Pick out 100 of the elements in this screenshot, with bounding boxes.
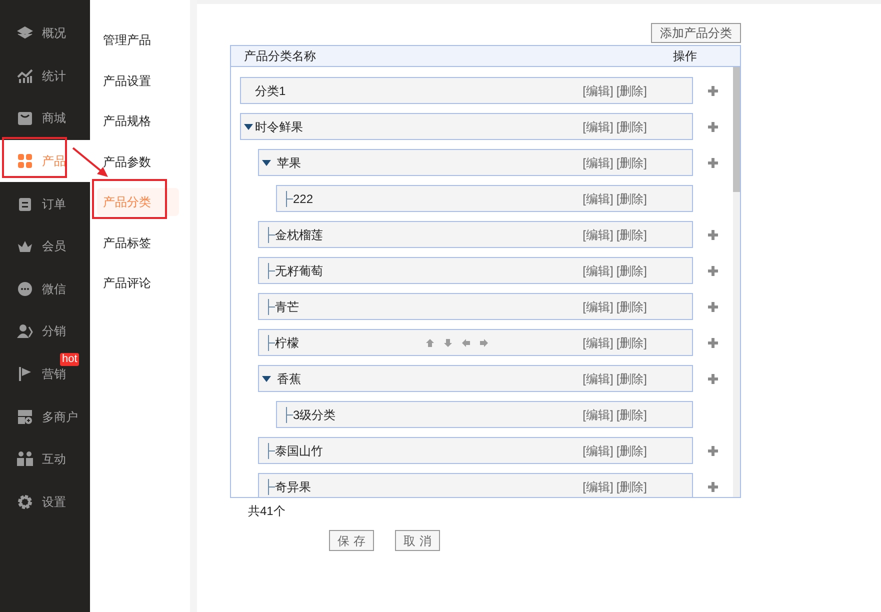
bag-icon <box>17 110 33 126</box>
category-row[interactable]: 时令鲜果 [编辑] [删除] <box>240 113 693 140</box>
people-icon <box>17 451 33 468</box>
sidebar-item[interactable]: 商城 <box>0 97 90 140</box>
submenu-item[interactable]: 管理产品 <box>97 26 179 54</box>
category-name: 柠檬 <box>275 334 299 352</box>
edit-link[interactable]: [编辑] <box>582 82 614 100</box>
move-left-icon[interactable] <box>462 338 470 346</box>
clipboard-icon <box>17 196 33 212</box>
move-right-icon[interactable] <box>480 338 488 346</box>
delete-link[interactable]: [删除] <box>616 154 647 172</box>
add-category-button[interactable]: 添加产品分类 <box>651 23 741 43</box>
expand-triangle-icon[interactable] <box>244 124 253 130</box>
sidebar-item[interactable]: 订单 <box>0 182 90 225</box>
sidebar-item[interactable]: 互动 <box>0 438 90 481</box>
submenu-item[interactable]: 产品标签 <box>97 228 179 257</box>
category-name: 3级分类 <box>293 406 336 424</box>
category-row[interactable]: 苹果 [编辑] [删除] <box>258 149 693 176</box>
category-name: 青芒 <box>275 298 299 316</box>
chat-icon <box>17 280 33 297</box>
column-header: 产品分类名称 <box>244 48 316 65</box>
grid-icon <box>17 153 33 170</box>
category-name: 奇异果 <box>275 478 311 496</box>
scrollbar[interactable] <box>733 67 740 497</box>
edit-link[interactable]: [编辑] <box>582 442 614 460</box>
category-row[interactable]: 泰国山竹 [编辑] [删除] <box>258 437 693 464</box>
save-button[interactable]: 保存 <box>329 530 374 551</box>
edit-link[interactable]: [编辑] <box>582 190 614 208</box>
delete-link[interactable]: [删除] <box>616 334 647 352</box>
delete-link[interactable]: [删除] <box>616 82 647 100</box>
sidebar-item[interactable]: 微信 <box>0 268 90 310</box>
sidebar-item[interactable]: 概况 <box>0 12 90 55</box>
move-down-icon[interactable] <box>444 338 452 346</box>
add-icon[interactable] <box>708 266 718 276</box>
delete-link[interactable]: [删除] <box>616 226 647 244</box>
edit-link[interactable]: [编辑] <box>582 226 614 244</box>
delete-link[interactable]: [删除] <box>616 298 647 316</box>
user-icon <box>17 323 33 340</box>
category-row[interactable]: 青芒 [编辑] [删除] <box>258 293 693 320</box>
delete-link[interactable]: [删除] <box>616 478 647 496</box>
edit-link[interactable]: [编辑] <box>582 406 614 424</box>
branch-line-icon <box>268 298 275 314</box>
edit-link[interactable]: [编辑] <box>582 118 614 136</box>
category-row[interactable]: 无籽葡萄 [编辑] [删除] <box>258 257 693 284</box>
add-icon[interactable] <box>708 122 718 132</box>
sidebar-item[interactable]: 设置 <box>0 480 90 524</box>
add-icon[interactable] <box>708 374 718 384</box>
branch-line-icon <box>286 190 293 206</box>
delete-link[interactable]: [删除] <box>616 118 647 136</box>
add-icon[interactable] <box>708 446 718 456</box>
chart-icon <box>17 68 33 84</box>
expand-triangle-icon[interactable] <box>262 160 271 166</box>
delete-link[interactable]: [删除] <box>616 406 647 424</box>
submenu-item[interactable]: 产品评论 <box>97 269 179 298</box>
category-name: 无籽葡萄 <box>275 262 323 280</box>
delete-link[interactable]: [删除] <box>616 442 647 460</box>
branch-line-icon <box>268 442 275 458</box>
add-icon[interactable] <box>708 482 718 492</box>
edit-link[interactable]: [编辑] <box>582 334 614 352</box>
category-row[interactable]: 金枕榴莲 [编辑] [删除] <box>258 221 693 248</box>
add-icon[interactable] <box>708 338 718 348</box>
store-icon <box>17 408 33 425</box>
move-up-icon[interactable] <box>426 338 434 346</box>
edit-link[interactable]: [编辑] <box>582 478 614 496</box>
hot-badge: hot <box>60 352 80 366</box>
add-icon[interactable] <box>708 302 718 312</box>
category-name: 222 <box>293 190 314 208</box>
branch-line-icon <box>268 262 275 278</box>
submenu-item[interactable]: 产品规格 <box>97 107 179 136</box>
expand-triangle-icon[interactable] <box>262 376 271 382</box>
category-row[interactable]: 分类1 [编辑] [删除] <box>240 77 693 104</box>
category-row[interactable]: 香蕉 [编辑] [删除] <box>258 365 693 392</box>
category-name: 泰国山竹 <box>275 442 323 460</box>
branch-line-icon <box>268 226 275 242</box>
layers-icon <box>17 25 33 42</box>
category-row[interactable]: 柠檬 [编辑] [删除] <box>258 329 693 356</box>
edit-link[interactable]: [编辑] <box>582 298 614 316</box>
sidebar-item[interactable]: 会员 <box>0 224 90 268</box>
category-row[interactable]: 奇异果 [编辑] [删除] <box>258 473 693 497</box>
add-icon[interactable] <box>708 86 718 96</box>
category-row[interactable]: 3级分类 [编辑] [删除] <box>276 401 693 428</box>
edit-link[interactable]: [编辑] <box>582 262 614 280</box>
delete-link[interactable]: [删除] <box>616 262 647 280</box>
submenu-item[interactable]: 产品参数 <box>97 148 179 176</box>
sidebar-item[interactable]: 多商户 <box>0 395 90 438</box>
category-row[interactable]: 222 [编辑] [删除] <box>276 185 693 212</box>
sidebar-item[interactable]: 统计 <box>0 54 90 98</box>
delete-link[interactable]: [删除] <box>616 370 647 388</box>
category-name: 分类1 <box>255 82 286 100</box>
add-icon[interactable] <box>708 158 718 168</box>
settings-icon <box>17 494 33 510</box>
cancel-button[interactable]: 取消 <box>395 530 440 551</box>
add-icon[interactable] <box>708 230 718 240</box>
flag-icon <box>17 366 33 382</box>
sidebar-item[interactable]: hot 营销 <box>0 352 90 396</box>
sidebar-item[interactable]: 分销 <box>0 310 90 353</box>
delete-link[interactable]: [删除] <box>616 190 647 208</box>
edit-link[interactable]: [编辑] <box>582 154 614 172</box>
submenu-item[interactable]: 产品设置 <box>97 66 179 95</box>
edit-link[interactable]: [编辑] <box>582 370 614 388</box>
